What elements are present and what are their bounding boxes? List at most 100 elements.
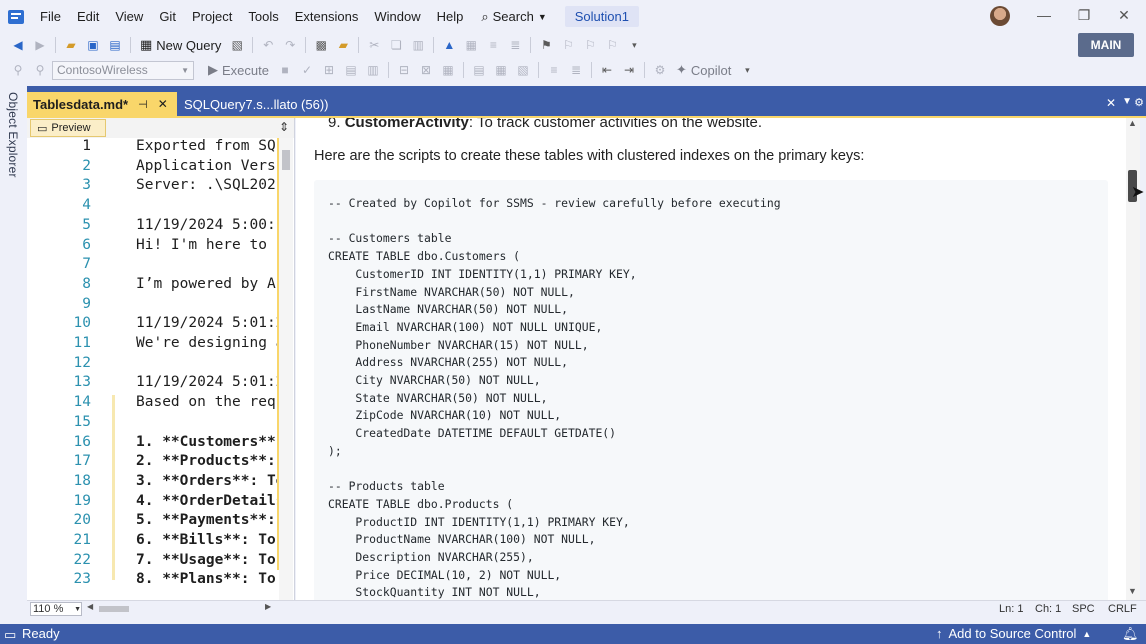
avatar[interactable] <box>990 6 1010 26</box>
split-view-icon[interactable]: ⇕ <box>279 120 289 134</box>
code-line[interactable]: 1 Exported from SQL <box>27 138 277 158</box>
forward-icon[interactable]: ▶ <box>30 35 50 55</box>
scroll-down-icon[interactable]: ▼ <box>1128 586 1137 596</box>
results-grid-icon[interactable]: ▦ <box>491 60 511 80</box>
object-explorer-tab[interactable]: Object Explorer <box>6 92 20 178</box>
menu-view[interactable]: View <box>107 0 151 33</box>
pin-icon[interactable]: ⊣ <box>138 98 148 111</box>
code-line[interactable]: 7 <box>27 256 277 276</box>
database-select[interactable]: ContosoWireless ▼ <box>52 60 194 80</box>
outdent-icon[interactable]: ≣ <box>505 35 525 55</box>
execute-button[interactable]: ▶ Execute <box>204 62 273 78</box>
new-query-button[interactable]: ▦ New Query <box>136 37 225 53</box>
uncomment-icon[interactable]: ≣ <box>566 60 586 80</box>
tab-tablesdata[interactable]: Tablesdata.md* ⊣ ✕ <box>27 92 177 116</box>
template-explorer-icon[interactable]: ▰ <box>333 35 353 55</box>
minimize-icon[interactable]: — <box>1024 0 1064 30</box>
cut-icon[interactable]: ✂ <box>364 35 384 55</box>
code-line[interactable]: 21 6. **Bills**: To <box>27 532 277 552</box>
include-plan-icon[interactable]: ⊟ <box>394 60 414 80</box>
parse-icon[interactable]: ✓ <box>297 60 317 80</box>
code-line[interactable]: 15 <box>27 414 277 434</box>
code-line[interactable]: 10 11/19/2024 5:01:2 <box>27 315 277 335</box>
menu-project[interactable]: Project <box>184 0 240 33</box>
main-badge[interactable]: MAIN <box>1078 33 1134 57</box>
back-icon[interactable]: ◀ <box>8 35 28 55</box>
code-line[interactable]: 2 Application Vers <box>27 158 277 178</box>
menu-window[interactable]: Window <box>366 0 428 33</box>
code-line[interactable]: 14 Based on the requ <box>27 394 277 414</box>
code-line[interactable]: 9 <box>27 296 277 316</box>
editor-scrollbar-thumb[interactable] <box>282 150 290 170</box>
close-window-icon[interactable]: ✕ <box>1104 0 1144 30</box>
toolbar-options-icon[interactable]: ▾ <box>737 60 757 80</box>
bookmark-icon[interactable]: ⚑ <box>536 35 556 55</box>
code-line[interactable]: 18 3. **Orders**: To <box>27 473 277 493</box>
live-stats-icon[interactable]: ⊠ <box>416 60 436 80</box>
query-designer-icon[interactable]: ▤ <box>341 60 361 80</box>
toolbar-options-icon[interactable]: ▾ <box>624 35 644 55</box>
copy-icon[interactable]: ❏ <box>386 35 406 55</box>
close-icon[interactable]: ✕ <box>158 97 168 111</box>
indent-icon[interactable]: ≡ <box>483 35 503 55</box>
gear-icon[interactable]: ⚙ <box>1134 96 1144 109</box>
markdown-editor[interactable]: ▭ Preview ⇕ 1 Exported from SQL 2 Applicati… <box>27 118 295 600</box>
code-line[interactable]: 6 Hi! I'm here to h <box>27 237 277 257</box>
code-line[interactable]: 19 4. **OrderDetails <box>27 493 277 513</box>
scroll-right-icon[interactable]: ▶ <box>265 602 271 611</box>
client-stats-icon[interactable]: ▦ <box>438 60 458 80</box>
editor-scrollbar[interactable] <box>279 138 293 600</box>
next-bookmark-icon[interactable]: ⚐ <box>580 35 600 55</box>
ssms-logo-icon[interactable] <box>0 0 32 33</box>
undo-icon[interactable]: ↶ <box>258 35 278 55</box>
add-to-source-control[interactable]: ↑ Add to Source Control ▲ <box>936 626 1091 641</box>
code-line[interactable]: 5 11/19/2024 5:00:1 <box>27 217 277 237</box>
object-icon[interactable]: ▦ <box>461 35 481 55</box>
connect-icon[interactable]: ⚲ <box>8 60 28 80</box>
menu-edit[interactable]: Edit <box>69 0 107 33</box>
estimated-plan-icon[interactable]: ⊞ <box>319 60 339 80</box>
notification-bell-icon[interactable]: 🔔︎ <box>1122 626 1139 642</box>
decrease-indent-icon[interactable]: ⇤ <box>597 60 617 80</box>
copilot-button[interactable]: ✦ Copilot <box>672 62 735 78</box>
scroll-thumb[interactable] <box>99 606 129 612</box>
code-area[interactable]: 1 Exported from SQL 2 Application Vers 3 Serv… <box>27 138 277 600</box>
code-line[interactable]: 22 7. **Usage**: To <box>27 552 277 572</box>
select-icon[interactable]: ▲ <box>439 35 459 55</box>
code-line[interactable]: 16 1. **Customers** <box>27 434 277 454</box>
save-icon[interactable]: ▣ <box>83 35 103 55</box>
code-line[interactable]: 3 Server: .\SQL202 <box>27 177 277 197</box>
comment-icon[interactable]: ≡ <box>544 60 564 80</box>
redo-icon[interactable]: ↷ <box>280 35 300 55</box>
results-text-icon[interactable]: ▤ <box>469 60 489 80</box>
query-options-icon[interactable]: ▧ <box>227 35 247 55</box>
code-line[interactable]: 4 <box>27 197 277 217</box>
results-file-icon[interactable]: ▧ <box>513 60 533 80</box>
menu-file[interactable]: File <box>32 0 69 33</box>
code-line[interactable]: 20 5. **Payments**: <box>27 512 277 532</box>
results-icon[interactable]: ▥ <box>363 60 383 80</box>
menu-git[interactable]: Git <box>151 0 184 33</box>
stop-icon[interactable]: ■ <box>275 60 295 80</box>
code-line[interactable]: 13 11/19/2024 5:01:2 <box>27 374 277 394</box>
save-all-icon[interactable]: ▤ <box>105 35 125 55</box>
scroll-left-icon[interactable]: ◀ <box>87 602 93 611</box>
disconnect-icon[interactable]: ⚲ <box>30 60 50 80</box>
code-line[interactable]: 11 We're designing a <box>27 335 277 355</box>
restore-icon[interactable]: ❐ <box>1064 0 1104 30</box>
horizontal-scrollbar[interactable]: ◀ ▶ <box>87 602 277 614</box>
code-line[interactable]: 8 I’m powered by AI <box>27 276 277 296</box>
scroll-up-icon[interactable]: ▲ <box>1128 118 1137 128</box>
open-folder-icon[interactable]: ▰ <box>61 35 81 55</box>
menu-extensions[interactable]: Extensions <box>287 0 367 33</box>
clear-bookmark-icon[interactable]: ⚐ <box>602 35 622 55</box>
menu-help[interactable]: Help <box>429 0 472 33</box>
search-menu[interactable]: ⌕ Search ▼ <box>471 0 556 33</box>
zoom-select[interactable]: 110 % ▼ <box>30 602 82 616</box>
preview-button[interactable]: ▭ Preview <box>30 119 106 137</box>
menu-tools[interactable]: Tools <box>240 0 286 33</box>
paste-icon[interactable]: ▥ <box>408 35 428 55</box>
activity-monitor-icon[interactable]: ▩ <box>311 35 331 55</box>
code-line[interactable]: 23 8. **Plans**: To <box>27 571 277 591</box>
specify-values-icon[interactable]: ⚙ <box>650 60 670 80</box>
